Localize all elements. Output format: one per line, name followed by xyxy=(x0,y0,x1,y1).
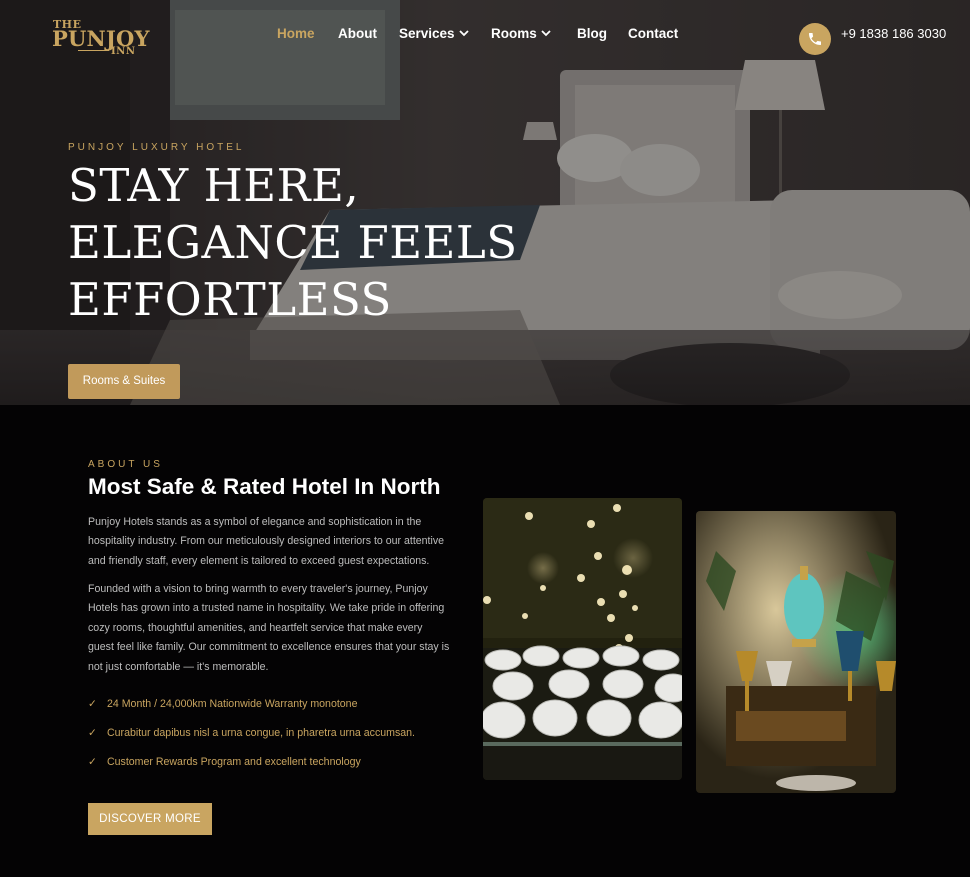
hero-section: THE PUNJOY INN Home About Services Rooms… xyxy=(0,0,970,405)
hero-title-line: ELEGANCE FEELS xyxy=(68,216,518,269)
paragraph-line: Hotels has grown into a trusted name in … xyxy=(88,602,445,615)
nav-home[interactable]: Home xyxy=(277,26,315,42)
check-icon: ✓ xyxy=(88,756,97,768)
about-paragraph-1: Punjoy Hotels stands as a symbol of eleg… xyxy=(88,513,463,571)
chevron-down-icon xyxy=(458,30,469,37)
paragraph-line: Founded with a vision to bring warmth to… xyxy=(88,583,428,595)
paragraph-line: Punjoy Hotels stands as a symbol of eleg… xyxy=(88,516,422,528)
paragraph-line: not just comfortable — it's memorable. xyxy=(88,660,269,673)
phone-number[interactable]: +9 1838 186 3030 xyxy=(841,26,946,41)
nav-contact[interactable]: Contact xyxy=(628,26,678,42)
feature-item: ✓ Curabitur dapibus nisl a urna congue, i… xyxy=(88,727,415,739)
rooms-suites-button[interactable]: Rooms & Suites xyxy=(68,364,180,399)
chevron-down-icon xyxy=(541,30,551,37)
nav-about[interactable]: About xyxy=(338,26,377,42)
hero-title-line: STAY HERE, xyxy=(68,159,360,212)
paragraph-line: guest feel like family. Our commitment t… xyxy=(88,641,450,654)
teacups-photo xyxy=(483,498,682,780)
feature-text: Curabitur dapibus nisl a urna congue, in… xyxy=(107,727,415,739)
feature-item: ✓ Customer Rewards Program and excellent … xyxy=(88,756,361,768)
vase-image xyxy=(696,511,896,793)
phone-icon xyxy=(809,33,821,45)
nav-rooms-label: Rooms xyxy=(491,26,537,41)
feature-item: ✓ 24 Month / 24,000km Nationwide Warranty… xyxy=(88,698,357,710)
paragraph-line: hospitality industry. From our meticulou… xyxy=(88,535,445,548)
about-paragraph-2: Founded with a vision to bring warmth to… xyxy=(88,580,463,677)
nav-services-label: Services xyxy=(399,26,455,41)
nav-rooms[interactable]: Rooms xyxy=(491,26,551,42)
teacups-image xyxy=(483,498,682,780)
nav-blog[interactable]: Blog xyxy=(577,26,607,42)
vase-photo xyxy=(696,511,896,793)
logo-line-inn: INN xyxy=(111,46,136,57)
check-icon: ✓ xyxy=(88,727,97,739)
phone-button[interactable] xyxy=(799,23,831,55)
discover-more-button[interactable]: DISCOVER MORE xyxy=(88,803,212,835)
feature-text: Customer Rewards Program and excellent t… xyxy=(107,756,361,768)
nav-services[interactable]: Services xyxy=(399,26,469,42)
check-icon: ✓ xyxy=(88,698,97,710)
hero-eyebrow: PUNJOY LUXURY HOTEL xyxy=(68,142,245,153)
logo-rule xyxy=(78,50,109,51)
site-logo[interactable]: THE PUNJOY INN xyxy=(52,18,150,60)
about-eyebrow: ABOUT US xyxy=(88,459,163,470)
about-title: Most Safe & Rated Hotel In North xyxy=(88,474,441,499)
feature-text: 24 Month / 24,000km Nationwide Warranty … xyxy=(107,698,358,710)
paragraph-line: and friendly staff, every element is tai… xyxy=(88,554,430,567)
paragraph-line: cozy rooms, thoughtful amenities, and he… xyxy=(88,621,423,634)
hero-title-line: EFFORTLESS xyxy=(68,273,392,326)
